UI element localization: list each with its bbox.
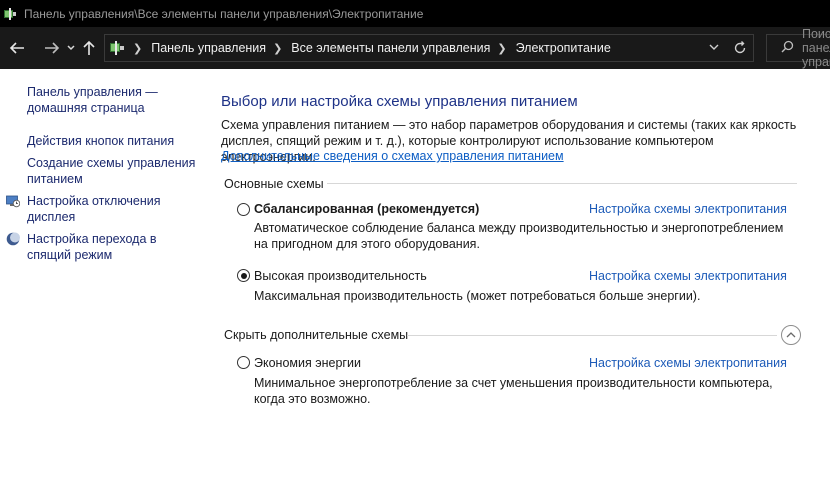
group-hide-additional-schemes[interactable]: Скрыть дополнительные схемы — [224, 328, 408, 342]
breadcrumb-power-options[interactable]: Электропитание — [516, 41, 611, 55]
display-clock-icon — [6, 194, 21, 208]
power-options-icon — [3, 7, 17, 21]
sidebar-item-home[interactable]: Панель управления — домашняя страница — [27, 84, 177, 116]
group-divider — [407, 335, 777, 336]
group-basic-schemes: Основные схемы — [224, 177, 324, 191]
chevron-down-icon[interactable] — [66, 35, 76, 61]
breadcrumb-control-panel[interactable]: Панель управления — [151, 41, 266, 55]
arrow-left-icon[interactable] — [6, 35, 28, 61]
left-pane: Панель управления — домашняя страница Де… — [0, 69, 205, 485]
scheme-settings-link-high-performance[interactable]: Настройка схемы электропитания — [589, 269, 787, 283]
navigation-bar: ❯ Панель управления ❯ Все элементы панел… — [0, 27, 830, 69]
collapse-chevron-up-icon[interactable] — [781, 325, 801, 345]
arrow-right-icon[interactable] — [41, 35, 63, 61]
radio-power-saver[interactable] — [237, 356, 250, 369]
address-bar[interactable]: ❯ Панель управления ❯ Все элементы панел… — [104, 34, 754, 62]
radio-high-performance[interactable] — [237, 269, 250, 282]
refresh-icon[interactable] — [733, 40, 747, 59]
title-bar: Панель управления\Все элементы панели уп… — [0, 0, 830, 27]
scheme-desc-high-performance: Максимальная производительность (может п… — [254, 289, 701, 303]
search-placeholder: Поиск в панели управления — [802, 27, 830, 69]
more-info-link[interactable]: Дополнительные сведения о схемах управле… — [221, 149, 564, 163]
group-divider — [327, 183, 797, 184]
window-title: Панель управления\Все элементы панели уп… — [24, 6, 424, 21]
sidebar-item-display-off[interactable]: Настройка отключения дисплея — [27, 193, 197, 225]
sidebar-item-power-buttons[interactable]: Действия кнопок питания — [27, 133, 197, 149]
page-title: Выбор или настройка схемы управления пит… — [221, 93, 578, 110]
sidebar-item-create-plan[interactable]: Создание схемы управления питанием — [27, 155, 197, 187]
breadcrumb-all-items[interactable]: Все элементы панели управления — [291, 41, 490, 55]
control-panel-icon — [108, 40, 126, 56]
scheme-name-power-saver[interactable]: Экономия энергии — [254, 356, 361, 370]
search-icon — [781, 40, 794, 56]
scheme-settings-link-power-saver[interactable]: Настройка схемы электропитания — [589, 356, 787, 370]
breadcrumb-separator-icon[interactable]: ❯ — [133, 42, 142, 55]
scheme-name-balanced[interactable]: Сбалансированная (рекомендуется) — [254, 202, 479, 216]
arrow-up-icon[interactable] — [79, 35, 99, 61]
scheme-name-high-performance[interactable]: Высокая производительность — [254, 269, 427, 283]
breadcrumb-separator-icon[interactable]: ❯ — [497, 42, 506, 55]
scheme-desc-balanced: Автоматическое соблюдение баланса между … — [254, 221, 784, 251]
radio-balanced[interactable] — [237, 203, 250, 216]
address-history-chevron-icon[interactable] — [709, 40, 719, 57]
search-input[interactable]: Поиск в панели управления — [766, 27, 830, 69]
breadcrumb-separator-icon[interactable]: ❯ — [273, 42, 282, 55]
moon-sleep-icon — [6, 232, 20, 246]
scheme-desc-power-saver: Минимальное энергопотребление за счет ум… — [254, 376, 773, 406]
sidebar-item-sleep[interactable]: Настройка перехода в спящий режим — [27, 231, 187, 263]
scheme-settings-link-balanced[interactable]: Настройка схемы электропитания — [589, 202, 787, 216]
